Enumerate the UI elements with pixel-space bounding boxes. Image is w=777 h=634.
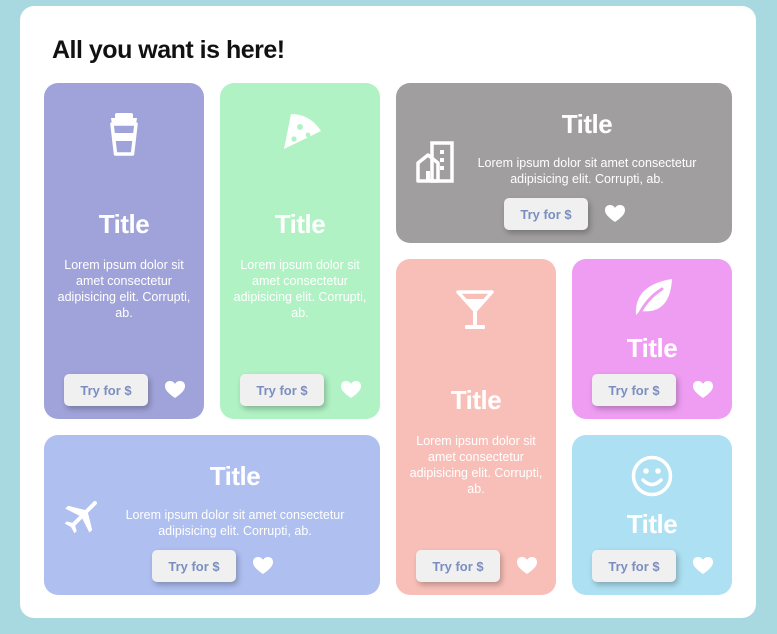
- card-pizza: Title Lorem ipsum dolor sit amet consect…: [220, 83, 380, 419]
- card-building: Title Lorem ipsum dolor sit amet consect…: [396, 83, 732, 243]
- airplane-icon: [63, 495, 103, 540]
- heart-icon[interactable]: [253, 557, 273, 575]
- building-icon: [416, 141, 456, 188]
- card-cocktail: Title Lorem ipsum dolor sit amet consect…: [396, 259, 556, 595]
- card-plane: Title Lorem ipsum dolor sit amet consect…: [44, 435, 380, 595]
- page-heading: All you want is here!: [52, 36, 285, 64]
- try-button[interactable]: Try for $: [592, 374, 676, 406]
- heart-icon[interactable]: [605, 205, 625, 223]
- try-button[interactable]: Try for $: [152, 550, 236, 582]
- card-title: Title: [626, 509, 678, 539]
- heart-icon[interactable]: [341, 381, 361, 399]
- heart-icon[interactable]: [517, 557, 537, 575]
- card-title: Title: [561, 109, 613, 139]
- heart-icon[interactable]: [693, 381, 713, 399]
- card-title: Title: [274, 209, 326, 239]
- cocktail-glass-icon: [456, 289, 494, 336]
- card-title: Title: [450, 385, 502, 415]
- card-title: Title: [626, 333, 678, 363]
- coffee-cup-icon: [105, 112, 143, 161]
- try-button[interactable]: Try for $: [416, 550, 500, 582]
- try-button[interactable]: Try for $: [504, 198, 588, 230]
- leaf-icon: [632, 277, 674, 324]
- card-title: Title: [98, 209, 150, 239]
- try-button[interactable]: Try for $: [240, 374, 324, 406]
- try-button[interactable]: Try for $: [592, 550, 676, 582]
- smiley-face-icon: [631, 455, 673, 502]
- card-description: Lorem ipsum dolor sit amet consectetur a…: [233, 258, 367, 320]
- card-leaf: Title Try for $: [572, 259, 732, 419]
- card-coffee: Title Lorem ipsum dolor sit amet consect…: [44, 83, 204, 419]
- card-description: Lorem ipsum dolor sit amet consectetur a…: [409, 434, 543, 496]
- card-description: Lorem ipsum dolor sit amet consectetur a…: [477, 156, 697, 186]
- card-smile: Title Try for $: [572, 435, 732, 595]
- card-description: Lorem ipsum dolor sit amet consectetur a…: [57, 258, 191, 320]
- card-title: Title: [209, 461, 261, 491]
- heart-icon[interactable]: [165, 381, 185, 399]
- card-description: Lorem ipsum dolor sit amet consectetur a…: [125, 508, 345, 538]
- pizza-slice-icon: [281, 111, 323, 156]
- heart-icon[interactable]: [693, 557, 713, 575]
- try-button[interactable]: Try for $: [64, 374, 148, 406]
